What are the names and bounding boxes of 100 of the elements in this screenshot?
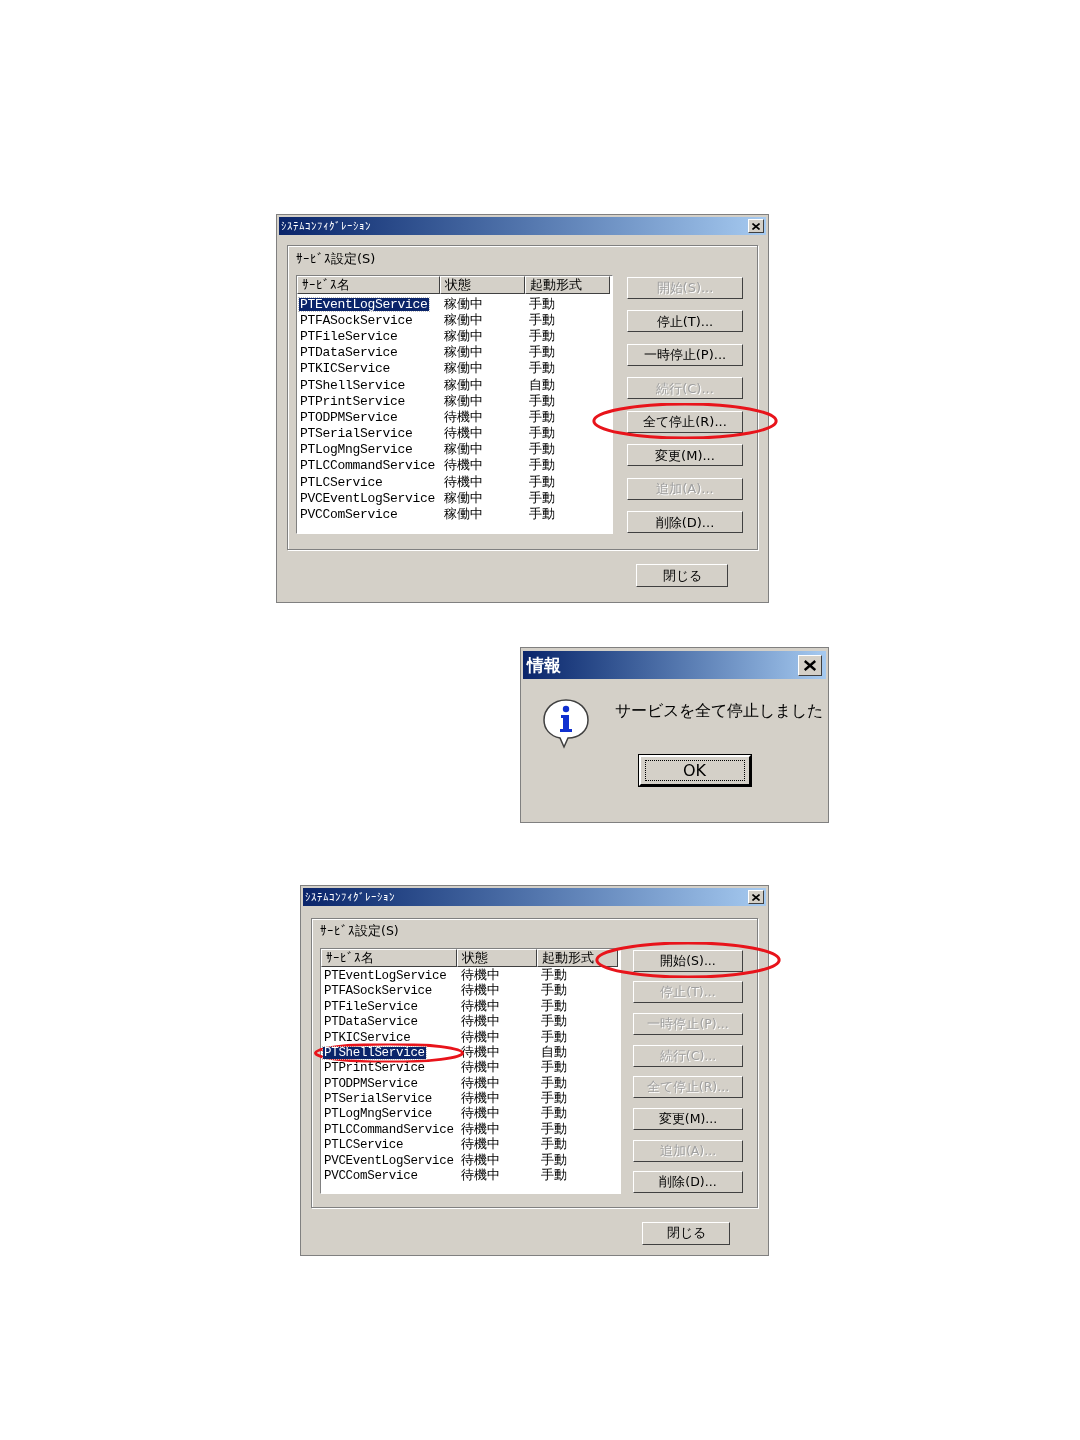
startup-cell-text: 手動 bbox=[540, 1062, 568, 1075]
service-name[interactable]: PTFileService bbox=[323, 1000, 419, 1014]
startup-cell-text: 手動 bbox=[528, 346, 556, 360]
startup-cell-text: 手動 bbox=[540, 1139, 568, 1152]
action-button[interactable]: 一時停止(P)... bbox=[627, 343, 743, 366]
service-name[interactable]: PTFileService bbox=[299, 329, 399, 343]
service-name[interactable]: PTFASockService bbox=[323, 985, 434, 998]
info-icon bbox=[541, 697, 591, 749]
close-button[interactable] bbox=[748, 890, 764, 904]
startup-cell-text: 手動 bbox=[528, 297, 556, 311]
startup-cell-text: 手動 bbox=[528, 427, 556, 441]
close-icon bbox=[752, 893, 760, 901]
service-name[interactable]: PVCEventLogService bbox=[323, 1154, 455, 1168]
status-cell-text: 稼働中 bbox=[443, 329, 484, 343]
startup-cell-text: 手動 bbox=[528, 508, 556, 522]
ok-button[interactable]: OK bbox=[638, 755, 751, 786]
startup-cell-text: 手動 bbox=[540, 985, 568, 998]
service-name[interactable]: PTDataService bbox=[323, 1016, 419, 1029]
service-name[interactable]: PTEventLogService bbox=[299, 297, 429, 311]
column-header[interactable]: 起動形式 bbox=[537, 948, 618, 967]
column-header[interactable]: 起動形式 bbox=[525, 276, 610, 294]
service-name[interactable]: PVCEventLogService bbox=[299, 491, 437, 505]
startup-cell-text: 手動 bbox=[540, 1108, 568, 1121]
status-cell-text: 待機中 bbox=[460, 1170, 501, 1183]
service-name[interactable]: PTShellService bbox=[323, 1046, 426, 1060]
column-header[interactable]: ｻｰﾋﾞｽ名 bbox=[321, 948, 457, 967]
action-button[interactable]: 変更(M)... bbox=[627, 444, 743, 467]
service-name[interactable]: PTFASockService bbox=[299, 313, 414, 327]
startup-cell-text: 手動 bbox=[528, 329, 556, 343]
status-cell-text: 待機中 bbox=[460, 1046, 501, 1060]
status-cell-text: 待機中 bbox=[460, 1093, 501, 1106]
service-name[interactable]: PTSerialService bbox=[299, 427, 414, 441]
status-cell-text: 待機中 bbox=[460, 1031, 501, 1044]
status-cell-text: 稼働中 bbox=[443, 443, 484, 457]
service-name[interactable]: PTODPMService bbox=[299, 410, 399, 424]
service-name[interactable]: PTPrintService bbox=[299, 394, 407, 408]
service-name[interactable]: PTLCService bbox=[299, 475, 384, 489]
window-title: ｼｽﾃﾑｺﾝﾌｨｸﾞﾚｰｼｮﾝ bbox=[281, 220, 371, 232]
service-name[interactable]: PVCComService bbox=[323, 1170, 419, 1183]
action-button[interactable]: 削除(D)... bbox=[633, 1171, 743, 1194]
startup-cell-text: 手動 bbox=[528, 459, 556, 473]
column-header[interactable]: 状態 bbox=[440, 276, 525, 294]
action-button[interactable]: 変更(M)... bbox=[633, 1108, 743, 1131]
service-name[interactable]: PTEventLogService bbox=[323, 969, 448, 983]
service-name[interactable]: PTLogMngService bbox=[299, 443, 414, 457]
startup-cell-text: 手動 bbox=[528, 491, 556, 505]
startup-cell-text: 手動 bbox=[528, 475, 556, 489]
status-cell-text: 稼働中 bbox=[443, 313, 484, 327]
close-dialog-button[interactable]: 閉じる bbox=[636, 564, 728, 587]
startup-cell-text: 手動 bbox=[528, 362, 556, 376]
status-cell-text: 稼働中 bbox=[443, 508, 484, 522]
status-cell-text: 待機中 bbox=[460, 1016, 501, 1029]
service-name[interactable]: PTShellService bbox=[299, 378, 407, 392]
status-cell-text: 待機中 bbox=[460, 985, 501, 998]
service-name[interactable]: PTSerialService bbox=[323, 1093, 434, 1106]
service-name[interactable]: PTKICService bbox=[323, 1031, 412, 1044]
service-name[interactable]: PTDataService bbox=[299, 346, 399, 360]
status-cell-text: 待機中 bbox=[460, 969, 501, 983]
status-cell-text: 待機中 bbox=[460, 1123, 501, 1137]
status-cell-text: 待機中 bbox=[460, 1000, 501, 1014]
action-button[interactable]: 停止(T)... bbox=[627, 310, 743, 333]
startup-cell-text: 手動 bbox=[528, 443, 556, 457]
startup-cell-text: 手動 bbox=[528, 313, 556, 327]
action-button[interactable]: 削除(D)... bbox=[627, 511, 743, 534]
action-button[interactable]: 開始(S)... bbox=[633, 949, 743, 972]
startup-cell-text: 手動 bbox=[528, 410, 556, 424]
service-name[interactable]: PTPrintService bbox=[323, 1062, 426, 1075]
status-cell-text: 待機中 bbox=[443, 410, 484, 424]
startup-cell-text: 手動 bbox=[540, 969, 568, 983]
message-text: サービスを全て停止しました bbox=[615, 700, 823, 722]
startup-cell-text: 手動 bbox=[540, 1093, 568, 1106]
close-button[interactable] bbox=[798, 654, 822, 676]
startup-cell-text: 手動 bbox=[540, 1170, 568, 1183]
service-name[interactable]: PTLCCommandService bbox=[299, 459, 437, 473]
status-cell-text: 稼働中 bbox=[443, 297, 484, 311]
status-cell-text: 待機中 bbox=[460, 1154, 501, 1168]
startup-cell-text: 手動 bbox=[528, 394, 556, 408]
service-name[interactable]: PTLCService bbox=[323, 1139, 405, 1152]
group-label: ｻｰﾋﾞｽ設定(S) bbox=[320, 925, 400, 938]
group-label: ｻｰﾋﾞｽ設定(S) bbox=[296, 252, 377, 265]
startup-cell-text: 手動 bbox=[540, 1000, 568, 1014]
status-cell-text: 待機中 bbox=[443, 475, 484, 489]
status-cell-text: 稼働中 bbox=[443, 346, 484, 360]
status-cell-text: 稼働中 bbox=[443, 378, 484, 392]
service-name[interactable]: PTODPMService bbox=[323, 1077, 419, 1091]
service-name[interactable]: PTKICService bbox=[299, 362, 391, 376]
window-title: 情報 bbox=[527, 656, 561, 674]
status-cell-text: 稼働中 bbox=[443, 362, 484, 376]
service-name[interactable]: PTLCCommandService bbox=[323, 1123, 455, 1137]
status-cell-text: 稼働中 bbox=[443, 394, 484, 408]
column-header[interactable]: ｻｰﾋﾞｽ名 bbox=[297, 276, 440, 294]
action-button[interactable]: 全て停止(R)... bbox=[627, 410, 743, 433]
service-name[interactable]: PVCComService bbox=[299, 508, 399, 522]
column-header[interactable]: 状態 bbox=[457, 948, 537, 967]
status-cell-text: 待機中 bbox=[443, 427, 484, 441]
close-dialog-button[interactable]: 閉じる bbox=[642, 1222, 730, 1245]
service-name[interactable]: PTLogMngService bbox=[323, 1108, 434, 1121]
close-button[interactable] bbox=[748, 219, 764, 233]
startup-cell-text: 手動 bbox=[540, 1031, 568, 1044]
status-cell-text: 待機中 bbox=[460, 1139, 501, 1152]
